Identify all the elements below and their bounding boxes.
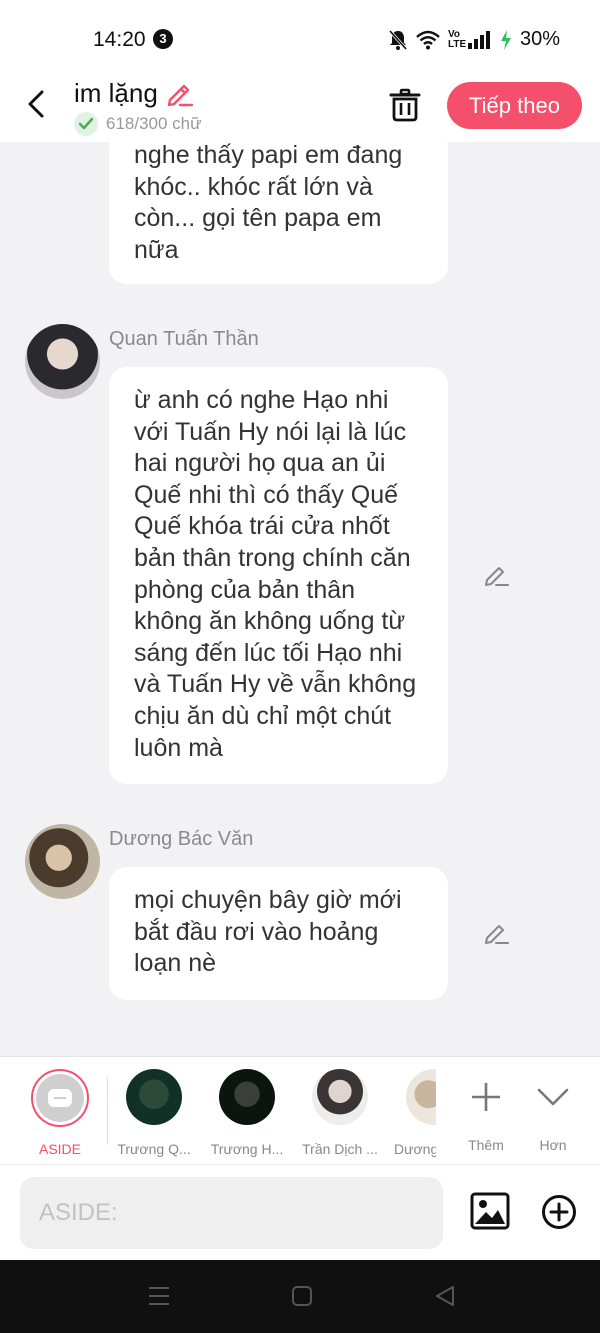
- trash-icon: [389, 88, 421, 122]
- aside-label: ASIDE: [38, 1141, 81, 1157]
- edit-message-button[interactable]: [483, 562, 511, 593]
- charging-icon: [500, 29, 512, 50]
- delete-button[interactable]: [388, 88, 422, 127]
- character-avatar: [406, 1069, 436, 1125]
- character-label: Trương Q...: [117, 1141, 191, 1157]
- title-row: im lặng: [74, 78, 194, 109]
- battery-percentage: 30%: [519, 28, 560, 50]
- add-button[interactable]: [541, 1194, 577, 1235]
- sender-name: Dương Bác Văn: [109, 828, 254, 850]
- plus-circle-icon: [542, 1195, 576, 1229]
- signal-icon: [467, 30, 492, 49]
- character-item[interactable]: Trương Q...: [108, 1069, 200, 1157]
- system-navigation-bar: [0, 1260, 600, 1333]
- expand-label: Hơn: [539, 1137, 567, 1153]
- status-bar: 14:20 3 Vo LTE 30%: [0, 0, 600, 80]
- character-avatar: [219, 1069, 275, 1125]
- volte-label: Vo LTE: [447, 28, 467, 50]
- menu-icon: [149, 1287, 169, 1305]
- avatar-quan-tuan-than[interactable]: [25, 324, 100, 399]
- chevron-left-icon: [28, 90, 44, 118]
- editor-header: im lặng 618/300 chữ Tiếp theo: [0, 78, 600, 142]
- character-avatar: [312, 1069, 368, 1125]
- chevron-down-icon: [537, 1088, 569, 1106]
- message-bubble[interactable]: nghe thấy papi em đang khóc.. khóc rất l…: [109, 142, 448, 284]
- avatar-duong-bac-van[interactable]: [25, 824, 100, 899]
- check-icon: [74, 112, 98, 136]
- add-character-button[interactable]: Thêm: [456, 1069, 516, 1153]
- aside-avatar: [31, 1069, 89, 1127]
- composer: [0, 1164, 600, 1260]
- pencil-icon: [485, 925, 509, 944]
- story-title: im lặng: [74, 78, 158, 108]
- back-button[interactable]: [18, 86, 54, 122]
- insert-image-button[interactable]: [470, 1192, 510, 1235]
- character-selector: ASIDE Trương Q... Trương H... Trần Dịch …: [0, 1056, 600, 1164]
- aside-character-button[interactable]: ASIDE: [14, 1069, 106, 1157]
- add-character-label: Thêm: [468, 1137, 504, 1153]
- bell-muted-icon: [388, 29, 408, 51]
- character-label: Trương H...: [210, 1141, 284, 1157]
- triangle-back-icon: [436, 1286, 454, 1306]
- pencil-icon: [167, 84, 194, 106]
- character-item[interactable]: Trương H...: [201, 1069, 293, 1157]
- character-avatar: [126, 1069, 182, 1125]
- home-button[interactable]: [290, 1284, 314, 1313]
- recent-apps-button[interactable]: [147, 1284, 171, 1313]
- message-bubble[interactable]: ừ anh có nghe Hạo nhi với Tuấn Hy nói lạ…: [109, 367, 448, 784]
- back-nav-button[interactable]: [433, 1284, 457, 1313]
- wifi-icon: [416, 30, 440, 50]
- character-label: Trần Dịch ...: [302, 1141, 378, 1157]
- character-item[interactable]: Trần Dịch ...: [294, 1069, 386, 1157]
- message-bubble[interactable]: mọi chuyện bây giờ mới bắt đầu rơi vào h…: [109, 867, 448, 1000]
- status-icons: Vo LTE 30%: [388, 28, 560, 51]
- word-count-row: 618/300 chữ: [74, 112, 202, 136]
- notification-count-badge: 3: [153, 29, 173, 49]
- image-icon: [470, 1192, 510, 1230]
- next-button[interactable]: Tiếp theo: [447, 82, 582, 129]
- plus-icon: [472, 1083, 500, 1111]
- character-item[interactable]: Dương: [388, 1069, 436, 1157]
- word-count: 618/300 chữ: [106, 114, 202, 133]
- chat-bubble-icon: [48, 1089, 72, 1107]
- character-label: Dương: [394, 1141, 436, 1157]
- square-icon: [292, 1286, 312, 1306]
- expand-characters-button[interactable]: Hơn: [523, 1069, 583, 1153]
- pencil-icon: [485, 567, 509, 586]
- edit-message-button[interactable]: [483, 920, 511, 951]
- edit-title-button[interactable]: [166, 80, 194, 108]
- status-time: 14:20: [93, 28, 146, 51]
- sender-name: Quan Tuấn Thần: [109, 328, 259, 350]
- message-input[interactable]: [20, 1177, 443, 1249]
- chat-area[interactable]: nghe thấy papi em đang khóc.. khóc rất l…: [0, 142, 600, 1056]
